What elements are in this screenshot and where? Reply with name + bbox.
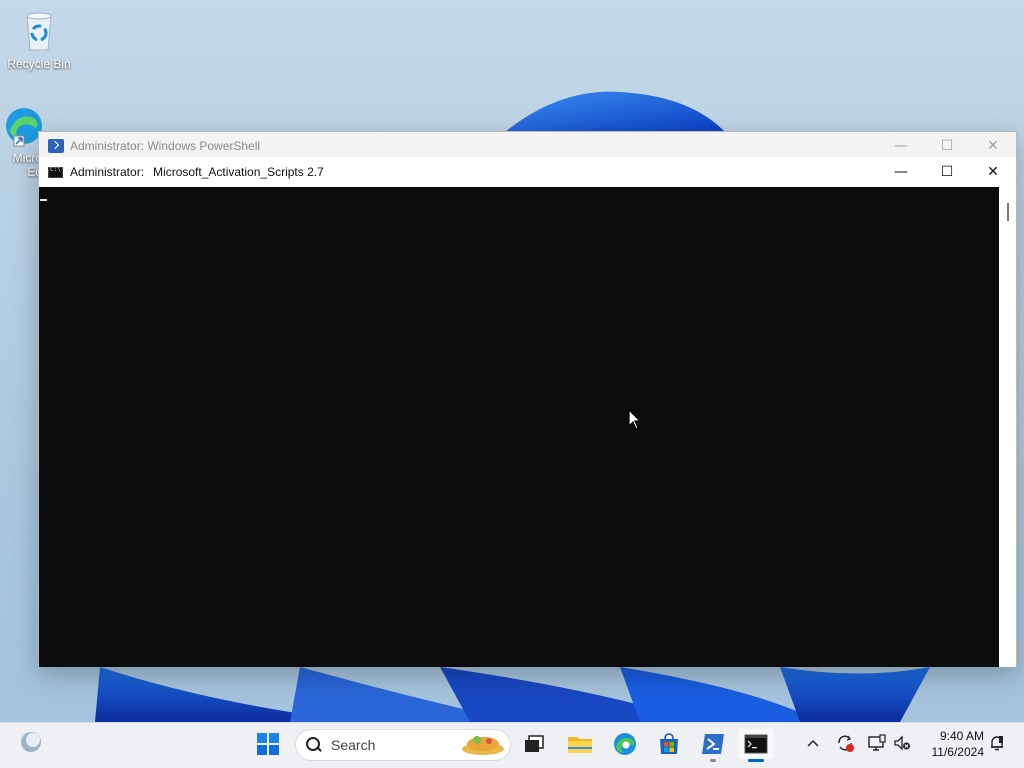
close-button[interactable]: ✕ (970, 157, 1016, 187)
minimize-button[interactable]: — (878, 132, 924, 159)
maximize-button[interactable]: ☐ (924, 132, 970, 159)
taskbar-terminal[interactable] (738, 729, 774, 762)
close-button[interactable]: ✕ (970, 132, 1016, 159)
taskbar-powershell[interactable] (695, 729, 731, 762)
search-icon (306, 737, 322, 753)
taskbar-store[interactable] (651, 729, 687, 759)
console-titlebar[interactable]: Administrator: Microsoft_Activation_Scri… (39, 157, 1016, 187)
search-highlight-icon (462, 736, 504, 755)
clock-date: 11/6/2024 (931, 745, 985, 759)
scrollbar-thumb[interactable] (1007, 203, 1009, 221)
desktop-icon-label: Recycle Bin (7, 57, 71, 71)
maximize-button[interactable]: ☐ (924, 157, 970, 187)
task-view-icon (525, 735, 544, 752)
taskbar-edge[interactable] (607, 729, 643, 759)
search-box[interactable]: Search (295, 729, 511, 761)
text-cursor (40, 199, 47, 201)
tray-chevron-icon[interactable] (803, 733, 823, 753)
powershell-icon (702, 734, 724, 754)
powershell-icon (48, 138, 64, 153)
volume-muted-icon[interactable] (892, 733, 912, 753)
clock[interactable]: 9:40 AM 11/6/2024 (914, 728, 985, 760)
scrollbar[interactable] (999, 187, 1016, 667)
file-explorer-icon (568, 737, 592, 753)
search-placeholder: Search (331, 737, 376, 753)
sync-update-icon[interactable] (835, 733, 855, 753)
console-icon (48, 166, 63, 178)
taskbar-file-explorer[interactable] (562, 729, 598, 759)
microsoft-edge-icon (614, 733, 636, 755)
console-window[interactable]: Administrator: Microsoft_Activation_Scri… (39, 157, 1016, 667)
microsoft-store-icon (660, 733, 678, 754)
network-icon[interactable] (867, 733, 887, 753)
clock-time: 9:40 AM (939, 729, 984, 743)
taskbar-task-view[interactable] (516, 729, 552, 759)
console-title: Microsoft_Activation_Scripts 2.7 (153, 165, 324, 179)
mouse-pointer-icon (628, 409, 642, 430)
powershell-titlebar[interactable]: Administrator: Windows PowerShell — ☐ ✕ (39, 132, 1016, 159)
console-output[interactable] (39, 187, 1016, 667)
powershell-title: Administrator: Windows PowerShell (70, 138, 261, 153)
desktop-icon-recycle-bin[interactable]: Recycle Bin (1, 10, 77, 71)
recycle-bin-icon (17, 10, 61, 54)
minimize-button[interactable]: — (878, 157, 924, 187)
widgets-weather-icon[interactable] (18, 729, 44, 755)
notifications-bell-icon[interactable] (987, 733, 1007, 753)
console-title-prefix: Administrator: (70, 165, 145, 179)
terminal-icon (744, 734, 768, 754)
start-button[interactable] (250, 729, 286, 759)
windows-start-icon (257, 733, 279, 755)
